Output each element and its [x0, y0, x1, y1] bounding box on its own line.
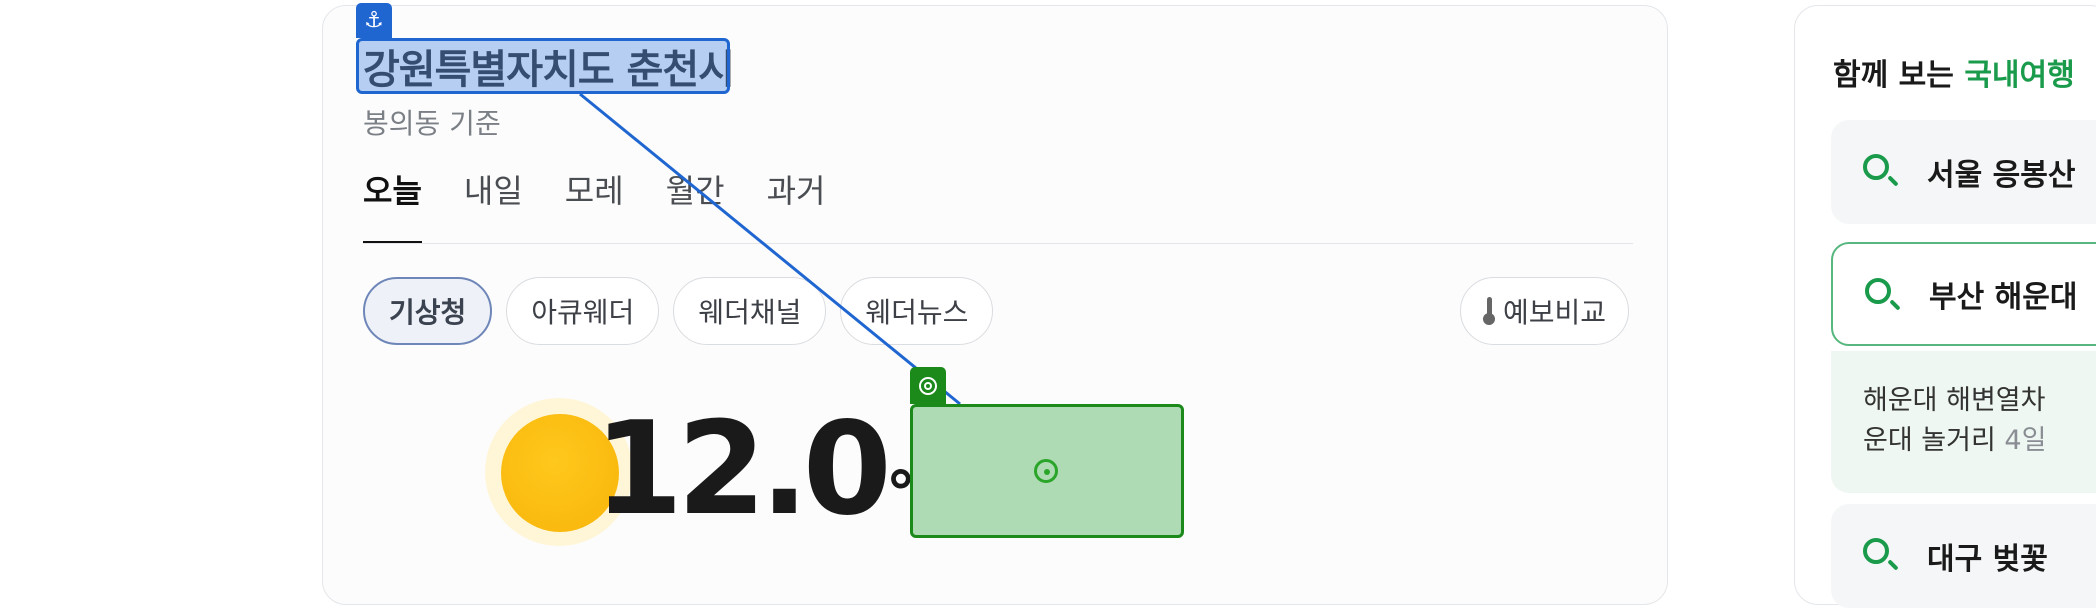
tab-day-after[interactable]: 모레: [565, 166, 624, 244]
tab-past[interactable]: 과거: [767, 166, 826, 244]
source-chip-kma[interactable]: 기상청: [363, 277, 493, 345]
related-item-label: 부산 해운대: [1929, 280, 2078, 315]
related-panel: 함께 보는 국내여행 서울 응봉산 부산 해운대 해운대 해변열차 운대 놀거리…: [1794, 5, 2096, 608]
search-icon: [1863, 538, 1889, 564]
temperature-value: 12.0: [594, 395, 892, 544]
related-item-daegu[interactable]: 대구 벚꽃: [1831, 504, 2096, 608]
tab-monthly[interactable]: 월간: [666, 166, 725, 244]
source-chips: 기상청 아큐웨더 웨더채널 웨더뉴스: [363, 277, 994, 345]
source-highlight: [356, 38, 730, 94]
search-icon: [1865, 278, 1891, 304]
anchor-icon: ⚓: [356, 3, 392, 38]
related-item-label: 대구 벚꽃: [1927, 542, 2048, 577]
tab-divider: [363, 243, 1633, 244]
tab-tomorrow[interactable]: 내일: [464, 166, 523, 244]
forecast-compare-button[interactable]: 예보비교: [1459, 277, 1629, 345]
source-chip-weatherchannel[interactable]: 웨더채널: [673, 277, 827, 345]
crosshair-icon: [1034, 459, 1058, 483]
tab-today[interactable]: 오늘: [363, 166, 422, 244]
related-item-seoul[interactable]: 서울 응봉산: [1831, 120, 2096, 224]
related-item-label: 서울 응봉산: [1927, 158, 2076, 193]
target-icon: [910, 367, 946, 404]
related-snippet[interactable]: 해운대 해변열차 운대 놀거리 4일: [1831, 351, 2096, 493]
location-subtitle: 봉의동 기준: [363, 107, 501, 140]
source-chip-accuweather[interactable]: 아큐웨더: [506, 277, 660, 345]
search-icon: [1863, 154, 1889, 180]
current-temperature: 12.0°: [594, 395, 916, 545]
related-item-busan[interactable]: 부산 해운대: [1831, 242, 2096, 346]
forecast-compare-label: 예보비교: [1502, 296, 1606, 329]
source-chip-weathernews[interactable]: 웨더뉴스: [840, 277, 994, 345]
forecast-tabs: 오늘 내일 모레 월간 과거: [363, 166, 867, 244]
related-title: 함께 보는 국내여행: [1833, 58, 2075, 93]
thermometer-icon: [1482, 297, 1495, 325]
